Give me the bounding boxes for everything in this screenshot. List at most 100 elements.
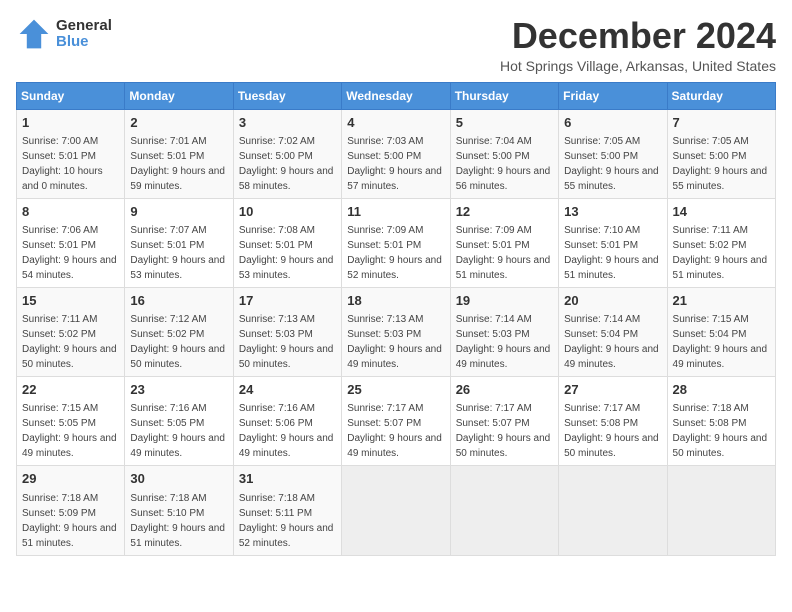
day-info: Sunrise: 7:05 AMSunset: 5:00 PMDaylight:… (564, 134, 661, 194)
day-info: Sunrise: 7:07 AMSunset: 5:01 PMDaylight:… (130, 223, 227, 283)
logo: General Blue (16, 16, 112, 52)
day-number: 12 (456, 203, 553, 221)
day-info: Sunrise: 7:03 AMSunset: 5:00 PMDaylight:… (347, 134, 444, 194)
calendar-day-cell: 28 Sunrise: 7:18 AMSunset: 5:08 PMDayligh… (667, 377, 775, 466)
calendar-day-cell (450, 466, 558, 555)
calendar-week-row: 8 Sunrise: 7:06 AMSunset: 5:01 PMDaylight… (17, 198, 776, 287)
day-number: 13 (564, 203, 661, 221)
calendar-day-cell: 7Sunrise: 7:05 AMSunset: 5:00 PMDaylight… (667, 109, 775, 198)
month-title: December 2024 (500, 16, 776, 56)
calendar-day-cell: 27 Sunrise: 7:17 AMSunset: 5:08 PMDayligh… (559, 377, 667, 466)
weekday-header: Friday (559, 82, 667, 109)
calendar-day-cell: 2Sunrise: 7:01 AMSunset: 5:01 PMDaylight… (125, 109, 233, 198)
day-number: 17 (239, 292, 336, 310)
weekday-header: Wednesday (342, 82, 450, 109)
day-number: 1 (22, 114, 119, 132)
weekday-header-row: SundayMondayTuesdayWednesdayThursdayFrid… (17, 82, 776, 109)
day-info: Sunrise: 7:13 AMSunset: 5:03 PMDaylight:… (239, 312, 336, 372)
day-info: Sunrise: 7:17 AMSunset: 5:08 PMDaylight:… (564, 401, 661, 461)
calendar-day-cell (667, 466, 775, 555)
day-number: 18 (347, 292, 444, 310)
calendar-day-cell: 12 Sunrise: 7:09 AMSunset: 5:01 PMDayligh… (450, 198, 558, 287)
day-number: 28 (673, 381, 770, 399)
calendar-day-cell: 3Sunrise: 7:02 AMSunset: 5:00 PMDaylight… (233, 109, 341, 198)
calendar-day-cell: 18 Sunrise: 7:13 AMSunset: 5:03 PMDayligh… (342, 287, 450, 376)
calendar-day-cell: 16 Sunrise: 7:12 AMSunset: 5:02 PMDayligh… (125, 287, 233, 376)
day-info: Sunrise: 7:08 AMSunset: 5:01 PMDaylight:… (239, 223, 336, 283)
day-number: 22 (22, 381, 119, 399)
calendar-day-cell: 20Sunrise: 7:14 AMSunset: 5:04 PMDayligh… (559, 287, 667, 376)
day-number: 29 (22, 470, 119, 488)
day-info: Sunrise: 7:17 AMSunset: 5:07 PMDaylight:… (347, 401, 444, 461)
calendar-day-cell: 25Sunrise: 7:17 AMSunset: 5:07 PMDayligh… (342, 377, 450, 466)
calendar-day-cell: 5Sunrise: 7:04 AMSunset: 5:00 PMDaylight… (450, 109, 558, 198)
logo-text: General Blue (56, 18, 112, 51)
calendar-day-cell: 15 Sunrise: 7:11 AMSunset: 5:02 PMDayligh… (17, 287, 125, 376)
calendar-day-cell: 6 Sunrise: 7:05 AMSunset: 5:00 PMDaylight… (559, 109, 667, 198)
day-number: 16 (130, 292, 227, 310)
logo-general: General (56, 18, 112, 35)
day-number: 11 (347, 203, 444, 221)
day-info: Sunrise: 7:11 AMSunset: 5:02 PMDaylight:… (673, 223, 770, 283)
calendar-table: SundayMondayTuesdayWednesdayThursdayFrid… (16, 82, 776, 556)
day-number: 14 (673, 203, 770, 221)
day-info: Sunrise: 7:18 AMSunset: 5:10 PMDaylight:… (130, 491, 227, 551)
weekday-header: Thursday (450, 82, 558, 109)
calendar-day-cell: 1 Sunrise: 7:00 AMSunset: 5:01 PMDaylight… (17, 109, 125, 198)
day-number: 15 (22, 292, 119, 310)
day-info: Sunrise: 7:01 AMSunset: 5:01 PMDaylight:… (130, 134, 227, 194)
page-header: General Blue December 2024 Hot Springs V… (16, 16, 776, 74)
day-number: 31 (239, 470, 336, 488)
calendar-week-row: 22 Sunrise: 7:15 AMSunset: 5:05 PMDayligh… (17, 377, 776, 466)
day-number: 20 (564, 292, 661, 310)
day-info: Sunrise: 7:06 AMSunset: 5:01 PMDaylight:… (22, 223, 119, 283)
calendar-week-row: 1 Sunrise: 7:00 AMSunset: 5:01 PMDaylight… (17, 109, 776, 198)
calendar-day-cell: 17 Sunrise: 7:13 AMSunset: 5:03 PMDayligh… (233, 287, 341, 376)
calendar-day-cell: 22 Sunrise: 7:15 AMSunset: 5:05 PMDayligh… (17, 377, 125, 466)
day-info: Sunrise: 7:15 AMSunset: 5:05 PMDaylight:… (22, 401, 119, 461)
calendar-day-cell: 21 Sunrise: 7:15 AMSunset: 5:04 PMDayligh… (667, 287, 775, 376)
day-number: 6 (564, 114, 661, 132)
calendar-day-cell: 23 Sunrise: 7:16 AMSunset: 5:05 PMDayligh… (125, 377, 233, 466)
day-info: Sunrise: 7:18 AMSunset: 5:08 PMDaylight:… (673, 401, 770, 461)
day-info: Sunrise: 7:16 AMSunset: 5:05 PMDaylight:… (130, 401, 227, 461)
day-number: 7 (673, 114, 770, 132)
day-info: Sunrise: 7:00 AMSunset: 5:01 PMDaylight:… (22, 134, 119, 194)
day-number: 27 (564, 381, 661, 399)
title-section: December 2024 Hot Springs Village, Arkan… (500, 16, 776, 74)
calendar-body: 1 Sunrise: 7:00 AMSunset: 5:01 PMDaylight… (17, 109, 776, 555)
day-info: Sunrise: 7:15 AMSunset: 5:04 PMDaylight:… (673, 312, 770, 372)
day-info: Sunrise: 7:18 AMSunset: 5:09 PMDaylight:… (22, 491, 119, 551)
day-info: Sunrise: 7:16 AMSunset: 5:06 PMDaylight:… (239, 401, 336, 461)
day-number: 3 (239, 114, 336, 132)
calendar-day-cell (559, 466, 667, 555)
day-info: Sunrise: 7:13 AMSunset: 5:03 PMDaylight:… (347, 312, 444, 372)
day-info: Sunrise: 7:09 AMSunset: 5:01 PMDaylight:… (456, 223, 553, 283)
calendar-day-cell: 24Sunrise: 7:16 AMSunset: 5:06 PMDayligh… (233, 377, 341, 466)
calendar-week-row: 29 Sunrise: 7:18 AMSunset: 5:09 PMDayligh… (17, 466, 776, 555)
calendar-day-cell: 30Sunrise: 7:18 AMSunset: 5:10 PMDayligh… (125, 466, 233, 555)
day-info: Sunrise: 7:09 AMSunset: 5:01 PMDaylight:… (347, 223, 444, 283)
day-number: 23 (130, 381, 227, 399)
calendar-day-cell: 10 Sunrise: 7:08 AMSunset: 5:01 PMDayligh… (233, 198, 341, 287)
day-info: Sunrise: 7:14 AMSunset: 5:03 PMDaylight:… (456, 312, 553, 372)
calendar-day-cell: 14 Sunrise: 7:11 AMSunset: 5:02 PMDayligh… (667, 198, 775, 287)
day-number: 10 (239, 203, 336, 221)
calendar-day-cell: 26Sunrise: 7:17 AMSunset: 5:07 PMDayligh… (450, 377, 558, 466)
logo-icon (16, 16, 52, 52)
day-number: 19 (456, 292, 553, 310)
day-number: 21 (673, 292, 770, 310)
calendar-day-cell: 9 Sunrise: 7:07 AMSunset: 5:01 PMDaylight… (125, 198, 233, 287)
day-info: Sunrise: 7:11 AMSunset: 5:02 PMDaylight:… (22, 312, 119, 372)
calendar-day-cell: 4 Sunrise: 7:03 AMSunset: 5:00 PMDaylight… (342, 109, 450, 198)
day-info: Sunrise: 7:12 AMSunset: 5:02 PMDaylight:… (130, 312, 227, 372)
day-info: Sunrise: 7:10 AMSunset: 5:01 PMDaylight:… (564, 223, 661, 283)
day-number: 8 (22, 203, 119, 221)
weekday-header: Monday (125, 82, 233, 109)
day-number: 9 (130, 203, 227, 221)
calendar-week-row: 15 Sunrise: 7:11 AMSunset: 5:02 PMDayligh… (17, 287, 776, 376)
calendar-day-cell: 19 Sunrise: 7:14 AMSunset: 5:03 PMDayligh… (450, 287, 558, 376)
day-number: 4 (347, 114, 444, 132)
calendar-day-cell (342, 466, 450, 555)
calendar-header: SundayMondayTuesdayWednesdayThursdayFrid… (17, 82, 776, 109)
